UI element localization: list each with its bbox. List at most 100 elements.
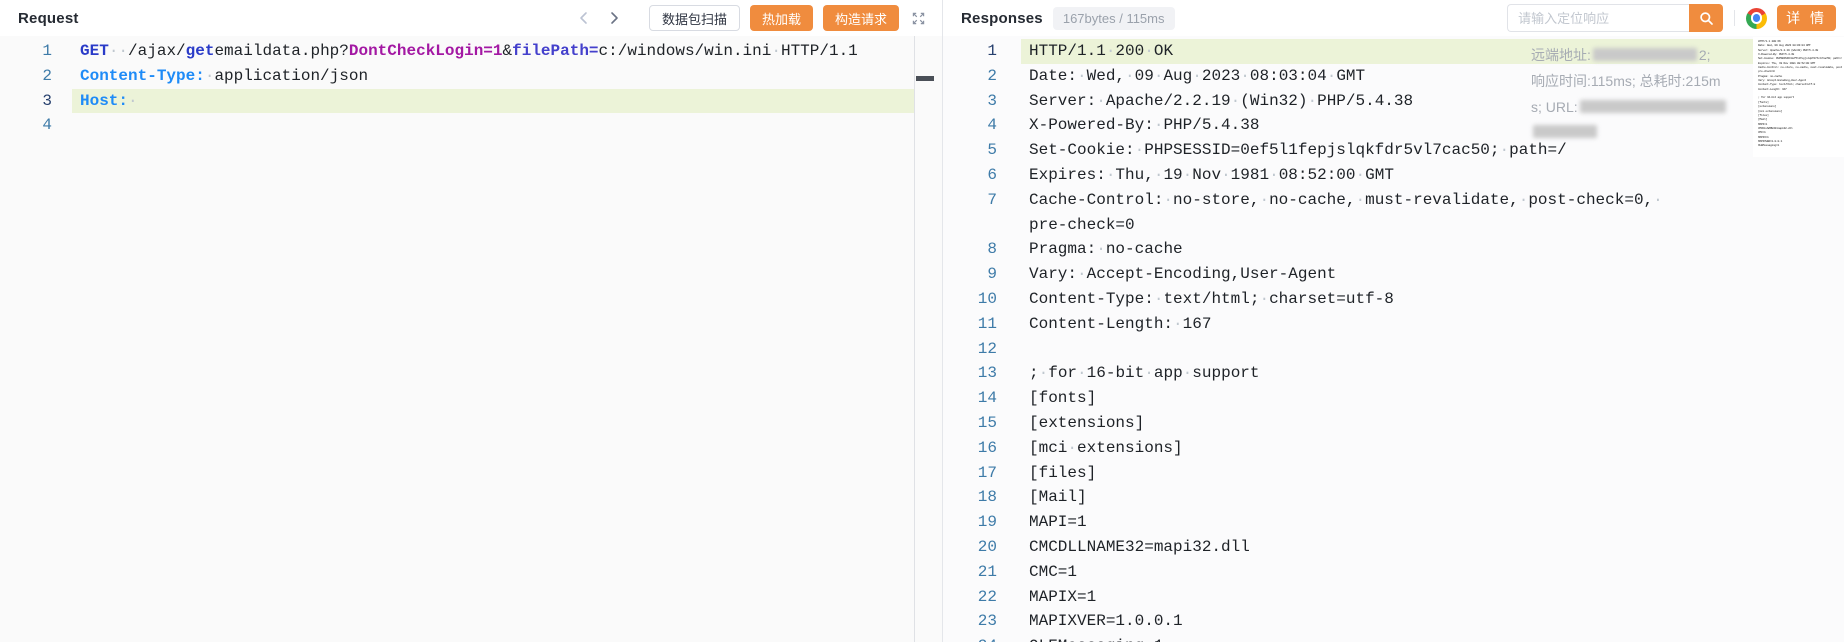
line-content: [files] [1021,461,1844,486]
code-line: 1 HTTP/1.1·200·OK [943,39,1844,64]
line-content: Pragma:·no-cache [1021,237,1844,262]
line-number: 1 [943,39,997,64]
code-line: 7 Cache-Control:·no-store,·no-cache,·must… [943,188,1844,238]
code-line: 2 Date:·Wed,·09·Aug·2023·08:03:04·GMT [943,64,1844,89]
line-content: ;·for·16-bit·app·support [1021,361,1844,386]
line-number: 7 [943,188,997,238]
code-line: 4 X-Powered-By:·PHP/5.4.38 [943,113,1844,138]
line-number: 3 [943,89,997,114]
next-packet-button[interactable] [605,9,623,27]
line-number: 19 [943,510,997,535]
line-number: 15 [943,411,997,436]
line-number: 5 [943,138,997,163]
line-number: 8 [943,237,997,262]
line-content: OLEMessaging=1 [1021,634,1844,642]
line-number: 21 [943,560,997,585]
line-number: 18 [943,485,997,510]
code-line: 2 Content-Type:·application/json [0,64,942,89]
response-header: Responses 167bytes / 115ms 详 情 [943,0,1844,36]
search-input[interactable] [1507,4,1689,32]
fullscreen-button[interactable] [911,11,926,26]
line-content: CMCDLLNAME32=mapi32.dll [1021,535,1844,560]
line-content: Server:·Apache/2.2.19·(Win32)·PHP/5.4.38 [1021,89,1844,114]
line-content: MAPIXVER=1.0.0.1 [1021,609,1844,634]
line-content: GET··/ajax/getemaildata.php?DontCheckLog… [72,39,914,64]
code-line: 10Content-Type:·text/html;·charset=utf-8 [943,287,1844,312]
prev-packet-button[interactable] [575,9,593,27]
build-request-button[interactable]: 构造请求 [823,5,899,31]
code-line: 24 OLEMessaging=1 [943,634,1844,642]
search-icon [1699,11,1714,26]
line-number: 24 [943,634,997,642]
line-number: 16 [943,436,997,461]
request-scrollbar[interactable] [914,36,942,642]
locate-response-search [1507,4,1723,32]
code-line: 6 Expires:·Thu,·19·Nov·1981·08:52:00·GMT [943,163,1844,188]
line-content: Content-Type:·text/html;·charset=utf-8 [1021,287,1844,312]
line-number: 13 [943,361,997,386]
code-line: 19MAPI=1 [943,510,1844,535]
line-number: 2 [943,64,997,89]
request-panel: Request 数据包扫描 热加载 构造请求 1GET··/ajax/getem… [0,0,943,642]
code-line: 3 Host:· [0,89,942,114]
line-number: 22 [943,585,997,610]
detail-button[interactable]: 详 情 [1777,5,1836,31]
line-content: HTTP/1.1·200·OK [1021,39,1844,64]
line-content: [Mail] [1021,485,1844,510]
line-number: 4 [0,113,52,138]
packet-scan-button[interactable]: 数据包扫描 [649,5,740,31]
line-number: 23 [943,609,997,634]
code-line: 4 [0,113,942,138]
code-line: 9 Vary:·Accept-Encoding,User-Agent [943,262,1844,287]
chevron-right-icon [607,11,621,25]
code-line: 1GET··/ajax/getemaildata.php?DontCheckLo… [0,39,942,64]
code-line: 17[files] [943,461,1844,486]
chrome-icon[interactable] [1746,8,1767,29]
line-content: Cache-Control:·no-store,·no-cache,·must-… [1021,188,1844,238]
http-inspector-app: Request 数据包扫描 热加载 构造请求 1GET··/ajax/getem… [0,0,1844,642]
line-content: [fonts] [1021,386,1844,411]
request-header: Request 数据包扫描 热加载 构造请求 [0,0,942,36]
code-line: 11 Content-Length:·167 [943,312,1844,337]
line-content: Host:· [72,89,914,114]
line-number: 3 [0,89,52,114]
line-content [1021,337,1844,362]
line-content: MAPIX=1 [1021,585,1844,610]
line-number: 6 [943,163,997,188]
code-line: 20 CMCDLLNAME32=mapi32.dll [943,535,1844,560]
search-button[interactable] [1689,4,1723,32]
line-number: 11 [943,312,997,337]
code-line: 12 [943,337,1844,362]
response-panel: Responses 167bytes / 115ms 详 情 1 HTTP/1.1… [943,0,1844,642]
line-content: [extensions] [1021,411,1844,436]
code-line: 3 Server:·Apache/2.2.19·(Win32)·PHP/5.4.3… [943,89,1844,114]
line-content: Content-Type:·application/json [72,64,914,89]
expand-icon [911,11,926,26]
line-content: Vary:·Accept-Encoding,User-Agent [1021,262,1844,287]
header-divider [1734,10,1735,26]
code-line: 23 MAPIXVER=1.0.0.1 [943,609,1844,634]
code-line: 18 [Mail] [943,485,1844,510]
line-number: 4 [943,113,997,138]
chevron-left-icon [577,11,591,25]
code-line: 15 [extensions] [943,411,1844,436]
code-line: 21CMC=1 [943,560,1844,585]
scrollbar-highlight-marker [916,76,934,81]
line-content: X-Powered-By:·PHP/5.4.38 [1021,113,1844,138]
line-content [72,113,914,138]
line-content: Date:·Wed,·09·Aug·2023·08:03:04·GMT [1021,64,1844,89]
line-content: Content-Length:·167 [1021,312,1844,337]
code-line: 16[mci·extensions] [943,436,1844,461]
hot-reload-button[interactable]: 热加载 [750,5,813,31]
line-number: 14 [943,386,997,411]
response-size-time-badge: 167bytes / 115ms [1053,7,1175,30]
response-code-editor[interactable]: 1 HTTP/1.1·200·OK 2 Date:·Wed,·09·Aug·2023·… [943,36,1844,642]
response-title: Responses [961,10,1043,27]
line-number: 2 [0,64,52,89]
line-number: 20 [943,535,997,560]
request-code-editor[interactable]: 1GET··/ajax/getemaildata.php?DontCheckLo… [0,36,942,642]
code-line: 14 [fonts] [943,386,1844,411]
line-number: 9 [943,262,997,287]
line-content: Expires:·Thu,·19·Nov·1981·08:52:00·GMT [1021,163,1844,188]
request-title: Request [18,10,79,27]
